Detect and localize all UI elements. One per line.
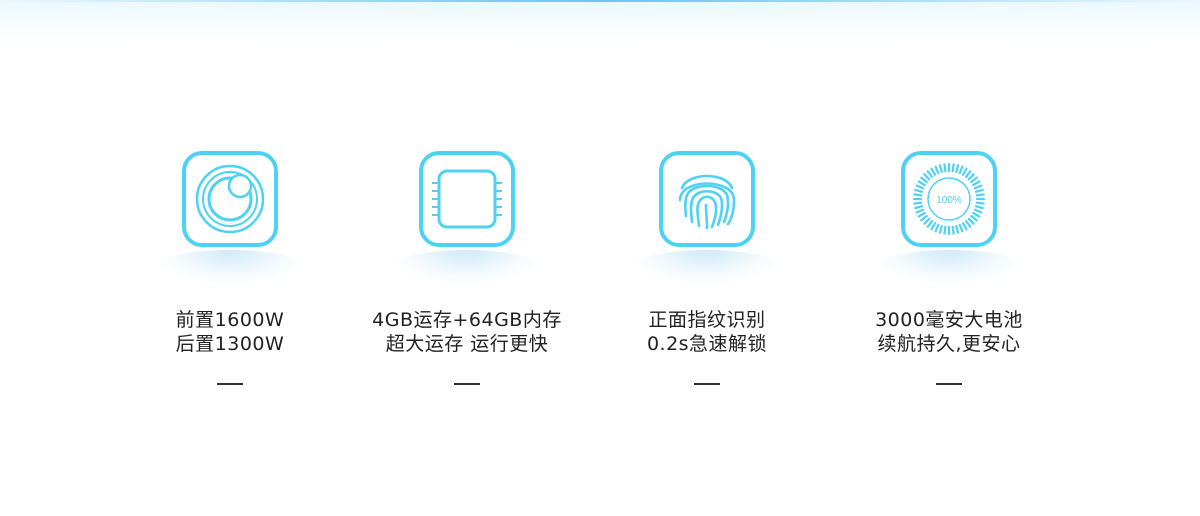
top-glow (0, 2, 1200, 42)
feature-dash (454, 383, 480, 385)
feature-line-1: 4GB运存+64GB内存 (372, 309, 562, 331)
battery-tick (923, 217, 931, 225)
battery-tick (917, 180, 926, 187)
feature-camera: 前置1600W 后置1300W (120, 150, 340, 400)
feature-line-2: 0.2s急速解锁 (646, 333, 768, 355)
feature-dash (936, 383, 962, 385)
battery-tick (915, 184, 925, 190)
battery-tick (926, 220, 934, 228)
icon-shadow (155, 250, 305, 284)
chip-icon (418, 150, 516, 248)
battery-tick (973, 184, 983, 190)
battery-tick (920, 176, 928, 184)
feature-line-1: 正面指纹识别 (648, 309, 766, 331)
battery-tick (923, 173, 931, 181)
battery-tick (961, 167, 968, 176)
battery-tick (938, 164, 943, 174)
feature-description: 正面指纹识别 0.2s急速解锁 (597, 308, 817, 356)
battery-tick (913, 193, 923, 197)
battery-tick (943, 163, 947, 173)
camera-icon (181, 150, 279, 248)
battery-tick (955, 224, 960, 234)
feature-description: 前置1600W 后置1300W (120, 308, 340, 356)
feature-line-1: 前置1600W (175, 309, 285, 331)
battery-tick (934, 223, 940, 233)
battery-tick (974, 188, 984, 193)
battery-tick (958, 165, 964, 175)
battery-tick (938, 224, 943, 234)
battery-tick (917, 211, 926, 218)
feature-battery: 100% 3000毫安大电池 续航持久,更安心 (839, 150, 1059, 400)
battery-tick (913, 201, 923, 205)
battery-tick (930, 222, 937, 231)
feature-dash (694, 383, 720, 385)
battery-icon: 100% (900, 150, 998, 248)
battery-percent-label: 100% (936, 195, 962, 206)
feature-line-2: 超大运存 运行更快 (385, 333, 549, 355)
fingerprint-icon (658, 150, 756, 248)
battery-tick (970, 214, 978, 222)
battery-tick (964, 170, 972, 178)
battery-tick (961, 222, 968, 231)
battery-tick (958, 223, 964, 233)
battery-tick (943, 225, 947, 235)
battery-tick (920, 214, 928, 222)
feature-fingerprint: 正面指纹识别 0.2s急速解锁 (597, 150, 817, 400)
battery-tick (973, 208, 983, 214)
battery-tick (914, 205, 924, 210)
icon-shadow (632, 250, 782, 284)
feature-description: 3000毫安大电池 续航持久,更安心 (839, 308, 1059, 356)
battery-tick (974, 205, 984, 210)
battery-tick (930, 167, 937, 176)
battery-tick (967, 173, 975, 181)
battery-tick (972, 211, 981, 218)
battery-tick (955, 164, 960, 174)
battery-tick (967, 217, 975, 225)
battery-tick (975, 193, 985, 197)
feature-line-2: 续航持久,更安心 (877, 333, 1021, 355)
battery-tick (951, 225, 955, 235)
icon-shadow (874, 250, 1024, 284)
battery-tick (926, 170, 934, 178)
battery-tick (972, 180, 981, 187)
battery-tick (970, 176, 978, 184)
icon-shadow (392, 250, 542, 284)
feature-line-2: 后置1300W (175, 333, 285, 355)
battery-tick (951, 163, 955, 173)
feature-memory: 4GB运存+64GB内存 超大运存 运行更快 (357, 150, 577, 400)
battery-tick (964, 220, 972, 228)
feature-dash (217, 383, 243, 385)
battery-tick (914, 188, 924, 193)
battery-tick (975, 201, 985, 205)
feature-description: 4GB运存+64GB内存 超大运存 运行更快 (357, 308, 577, 356)
feature-line-1: 3000毫安大电池 (875, 309, 1023, 331)
battery-tick (915, 208, 925, 214)
battery-tick (934, 165, 940, 175)
